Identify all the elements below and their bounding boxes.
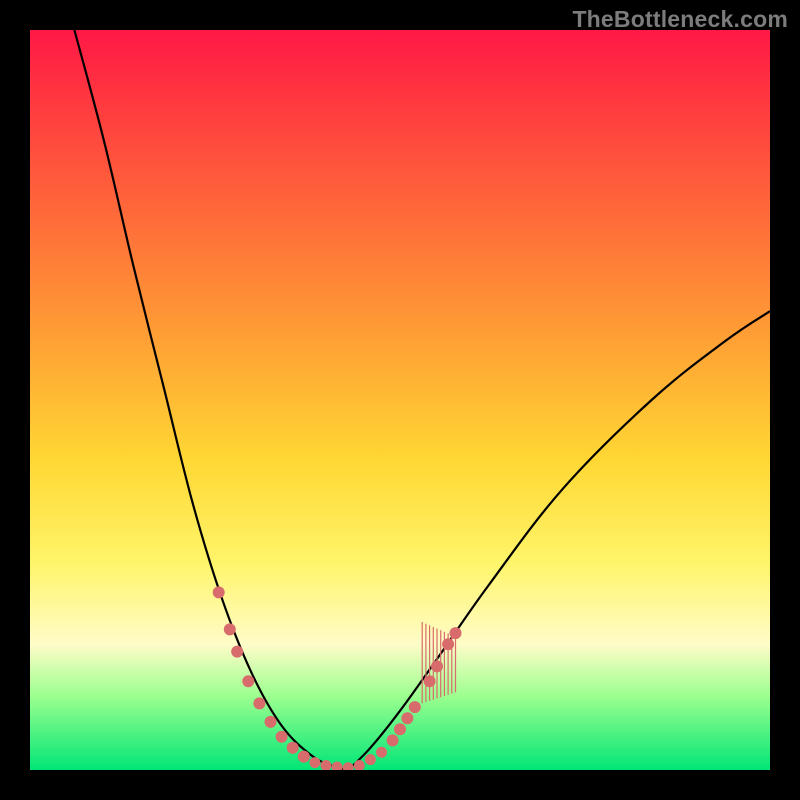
data-dot xyxy=(213,586,225,598)
data-dot xyxy=(409,701,421,713)
data-dot xyxy=(343,762,354,770)
data-dot xyxy=(394,723,406,735)
data-dot xyxy=(265,716,277,728)
data-dot xyxy=(224,623,236,635)
data-dot xyxy=(387,734,399,746)
data-dot xyxy=(309,757,320,768)
watermark-text: TheBottleneck.com xyxy=(572,6,788,33)
right-curve xyxy=(348,311,770,770)
bottleneck-curve-chart xyxy=(30,30,770,770)
data-dot xyxy=(401,712,413,724)
data-dot xyxy=(276,731,288,743)
data-dot xyxy=(287,742,299,754)
data-dot xyxy=(231,646,243,658)
data-dot xyxy=(376,747,387,758)
data-dot xyxy=(354,760,365,770)
data-dot xyxy=(253,697,265,709)
data-dot xyxy=(298,751,310,763)
left-curve xyxy=(74,30,348,770)
data-dot xyxy=(242,675,254,687)
data-dot xyxy=(365,754,376,765)
data-dot xyxy=(332,762,343,770)
